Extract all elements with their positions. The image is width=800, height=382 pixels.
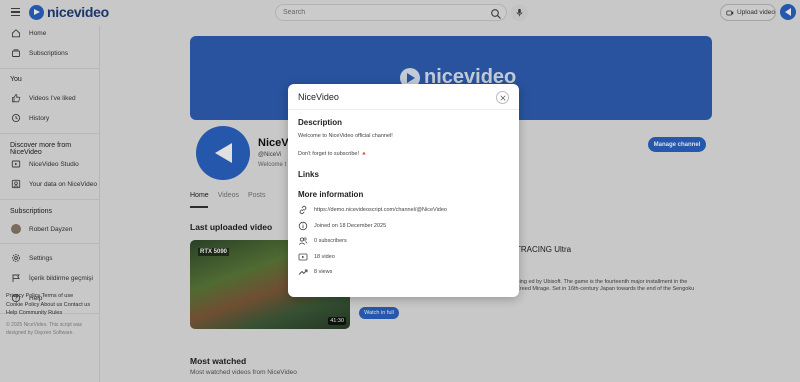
subscribers-icon <box>298 237 308 245</box>
description-heading: Description <box>298 118 343 127</box>
description-line: Don't forget to subscribe! 🔺 <box>298 151 368 157</box>
info-row-joined: Joined on 18 December 2025 <box>298 221 386 231</box>
joined-date: Joined on 18 December 2025 <box>314 222 387 229</box>
trending-icon <box>298 269 308 275</box>
link-icon <box>299 205 307 215</box>
info-icon <box>298 221 308 230</box>
links-heading: Links <box>298 170 319 179</box>
channel-about-modal: NiceVideo Description Welcome to NiceVid… <box>288 84 519 297</box>
app-root: nicevideo Upload video Home Subscription… <box>0 0 800 382</box>
modal-title: NiceVideo <box>298 92 339 102</box>
view-count: 8 views <box>314 269 333 275</box>
modal-divider <box>288 109 519 110</box>
channel-url[interactable]: https://demo.nicevideoscript.com/channel… <box>314 207 447 213</box>
more-info-heading: More information <box>298 190 364 199</box>
info-row-subscribers: 0 subscribers <box>298 236 347 246</box>
video-count: 18 video <box>314 253 335 260</box>
subscriber-count: 0 subscribers <box>314 238 347 244</box>
close-icon <box>499 94 506 101</box>
info-row-videos: 18 video <box>298 252 335 262</box>
description-line: Welcome to NiceVideo official channel! <box>298 133 393 139</box>
close-button[interactable] <box>496 91 509 104</box>
info-row-views: 8 views <box>298 267 332 277</box>
info-row-link[interactable]: https://demo.nicevideoscript.com/channel… <box>298 205 447 215</box>
video-icon <box>298 253 308 260</box>
